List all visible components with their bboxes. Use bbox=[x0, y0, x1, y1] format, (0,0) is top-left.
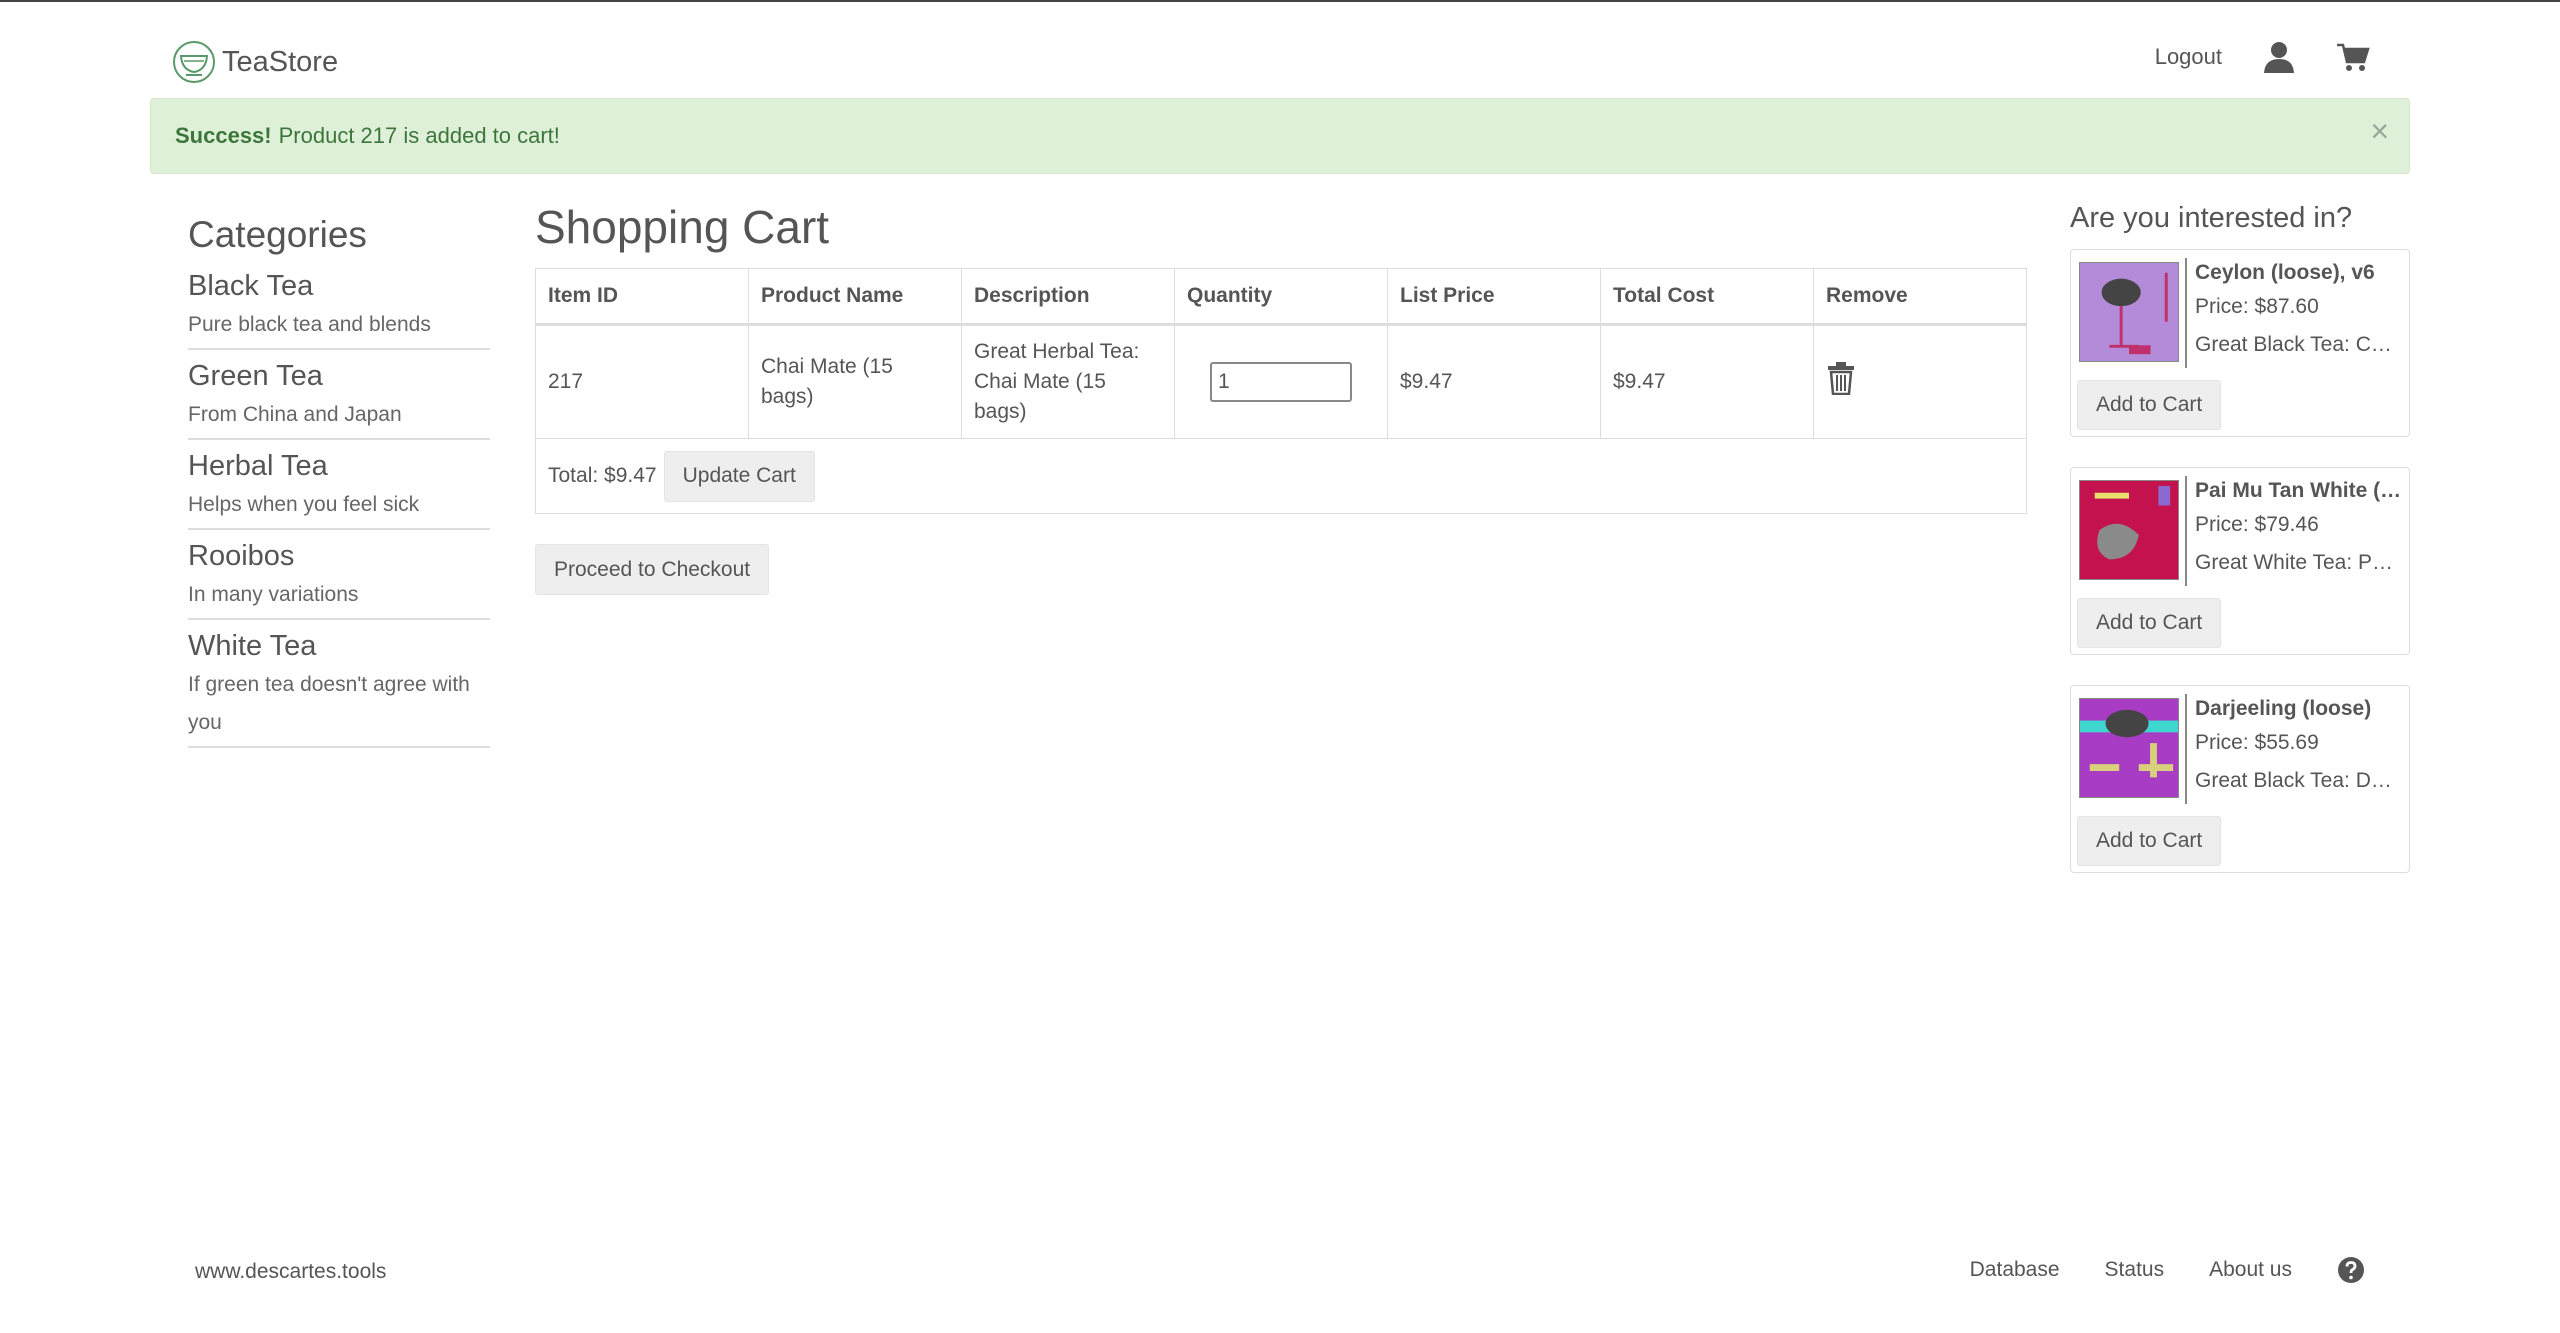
recommendations: Are you interested in? Ceylon (loose), v… bbox=[2070, 202, 2410, 903]
quantity-input[interactable] bbox=[1210, 362, 1352, 402]
footer-links: Database Status About us bbox=[1970, 1256, 2365, 1284]
cell-list-price: $9.47 bbox=[1387, 324, 1601, 439]
category-white-tea[interactable]: White Tea If green tea doesn't agree wit… bbox=[188, 626, 490, 748]
col-remove: Remove bbox=[1813, 268, 2027, 326]
logout-link[interactable]: Logout bbox=[2155, 44, 2222, 70]
cart-main: Shopping Cart Item ID Product Name Descr… bbox=[535, 200, 2027, 595]
brand-name: TeaStore bbox=[222, 45, 339, 78]
question-circle-icon[interactable] bbox=[2337, 1256, 2365, 1284]
cart-total-row: Total: $9.47 Update Cart bbox=[535, 439, 2027, 514]
table-header-row: Item ID Product Name Description Quantit… bbox=[535, 268, 2027, 326]
recommendation-name[interactable]: Pai Mu Tan White (loose) bbox=[2195, 476, 2403, 506]
category-name[interactable]: Black Tea bbox=[188, 266, 490, 306]
recommendation-info: Darjeeling (loose) Price: $55.69 Great B… bbox=[2185, 694, 2403, 804]
proceed-to-checkout-button[interactable]: Proceed to Checkout bbox=[535, 544, 770, 595]
col-product-name: Product Name bbox=[748, 268, 962, 326]
cart-table: Item ID Product Name Description Quantit… bbox=[535, 268, 2027, 439]
footer-link-database[interactable]: Database bbox=[1970, 1258, 2060, 1282]
alert-message: Product 217 is added to cart! bbox=[278, 123, 560, 148]
category-rooibos[interactable]: Rooibos In many variations bbox=[188, 536, 490, 620]
col-total-cost: Total Cost bbox=[1600, 268, 1814, 326]
user-icon[interactable] bbox=[2262, 40, 2296, 74]
update-cart-button[interactable]: Update Cart bbox=[663, 450, 815, 502]
recommendation-card: Pai Mu Tan White (loose) Price: $79.46 G… bbox=[2070, 467, 2410, 655]
recommendations-title: Are you interested in? bbox=[2070, 202, 2353, 234]
cell-remove bbox=[1813, 324, 2027, 439]
alert-strong: Success! bbox=[175, 123, 272, 148]
cell-item-id: 217 bbox=[535, 324, 749, 439]
recommendation-price: Price: $79.46 bbox=[2195, 513, 2319, 536]
shopping-cart-icon[interactable] bbox=[2336, 40, 2370, 74]
cell-product-name: Chai Mate (15 bags) bbox=[748, 324, 962, 439]
categories-title: Categories bbox=[188, 214, 367, 255]
category-desc: From China and Japan bbox=[188, 403, 402, 426]
category-name[interactable]: Green Tea bbox=[188, 356, 490, 396]
product-thumbnail[interactable] bbox=[2079, 480, 2179, 580]
col-quantity: Quantity bbox=[1174, 268, 1388, 326]
recommendation-name[interactable]: Darjeeling (loose) bbox=[2195, 694, 2403, 724]
brand-link[interactable]: TeaStore bbox=[172, 40, 338, 84]
col-description: Description bbox=[961, 268, 1175, 326]
cell-description: Great Herbal Tea: Chai Mate (15 bags) bbox=[961, 324, 1175, 439]
navbar: TeaStore Logout bbox=[150, 36, 2410, 94]
add-to-cart-button[interactable]: Add to Cart bbox=[2077, 380, 2222, 430]
recommendation-card: Ceylon (loose), v6 Price: $87.60 Great B… bbox=[2070, 249, 2410, 437]
nav-right: Logout bbox=[2155, 40, 2370, 74]
close-icon[interactable]: × bbox=[2370, 115, 2389, 147]
recommendation-info: Ceylon (loose), v6 Price: $87.60 Great B… bbox=[2185, 258, 2403, 368]
category-desc: In many variations bbox=[188, 583, 359, 606]
product-thumbnail[interactable] bbox=[2079, 262, 2179, 362]
footer-site-link[interactable]: www.descartes.tools bbox=[195, 1260, 386, 1284]
footer-link-about-us[interactable]: About us bbox=[2209, 1258, 2292, 1282]
category-desc: Helps when you feel sick bbox=[188, 493, 420, 516]
categories-sidebar: Categories Black Tea Pure black tea and … bbox=[188, 214, 490, 754]
category-name[interactable]: White Tea bbox=[188, 626, 490, 666]
teacup-logo-icon bbox=[173, 41, 215, 83]
category-black-tea[interactable]: Black Tea Pure black tea and blends bbox=[188, 266, 490, 350]
recommendation-desc: Great Black Tea: Ceylon (loose), v6 bbox=[2195, 333, 2403, 356]
recommendation-price: Price: $87.60 bbox=[2195, 295, 2319, 318]
category-name[interactable]: Rooibos bbox=[188, 536, 490, 576]
recommendation-price: Price: $55.69 bbox=[2195, 731, 2319, 754]
category-desc: If green tea doesn't agree with you bbox=[188, 673, 470, 734]
cart-total: Total: $9.47 bbox=[548, 464, 657, 487]
category-green-tea[interactable]: Green Tea From China and Japan bbox=[188, 356, 490, 440]
recommendation-card: Darjeeling (loose) Price: $55.69 Great B… bbox=[2070, 685, 2410, 873]
success-alert: Success! Product 217 is added to cart! × bbox=[150, 98, 2410, 174]
footer-link-status[interactable]: Status bbox=[2105, 1258, 2165, 1282]
cell-quantity bbox=[1174, 324, 1388, 439]
page-title: Shopping Cart bbox=[535, 201, 830, 253]
recommendation-name[interactable]: Ceylon (loose), v6 bbox=[2195, 258, 2403, 288]
product-thumbnail[interactable] bbox=[2079, 698, 2179, 798]
recommendation-info: Pai Mu Tan White (loose) Price: $79.46 G… bbox=[2185, 476, 2403, 586]
cell-total-cost: $9.47 bbox=[1600, 324, 1814, 439]
recommendation-desc: Great Black Tea: Darjeeling (loose) bbox=[2195, 769, 2403, 792]
category-herbal-tea[interactable]: Herbal Tea Helps when you feel sick bbox=[188, 446, 490, 530]
table-row: 217 Chai Mate (15 bags) Great Herbal Tea… bbox=[535, 324, 2027, 439]
trash-icon[interactable] bbox=[1826, 361, 1856, 395]
col-item-id: Item ID bbox=[535, 268, 749, 326]
category-name[interactable]: Herbal Tea bbox=[188, 446, 490, 486]
add-to-cart-button[interactable]: Add to Cart bbox=[2077, 598, 2222, 648]
add-to-cart-button[interactable]: Add to Cart bbox=[2077, 816, 2222, 866]
col-list-price: List Price bbox=[1387, 268, 1601, 326]
category-desc: Pure black tea and blends bbox=[188, 313, 431, 336]
recommendation-desc: Great White Tea: Pai Mu Tan White (loose… bbox=[2195, 551, 2403, 574]
